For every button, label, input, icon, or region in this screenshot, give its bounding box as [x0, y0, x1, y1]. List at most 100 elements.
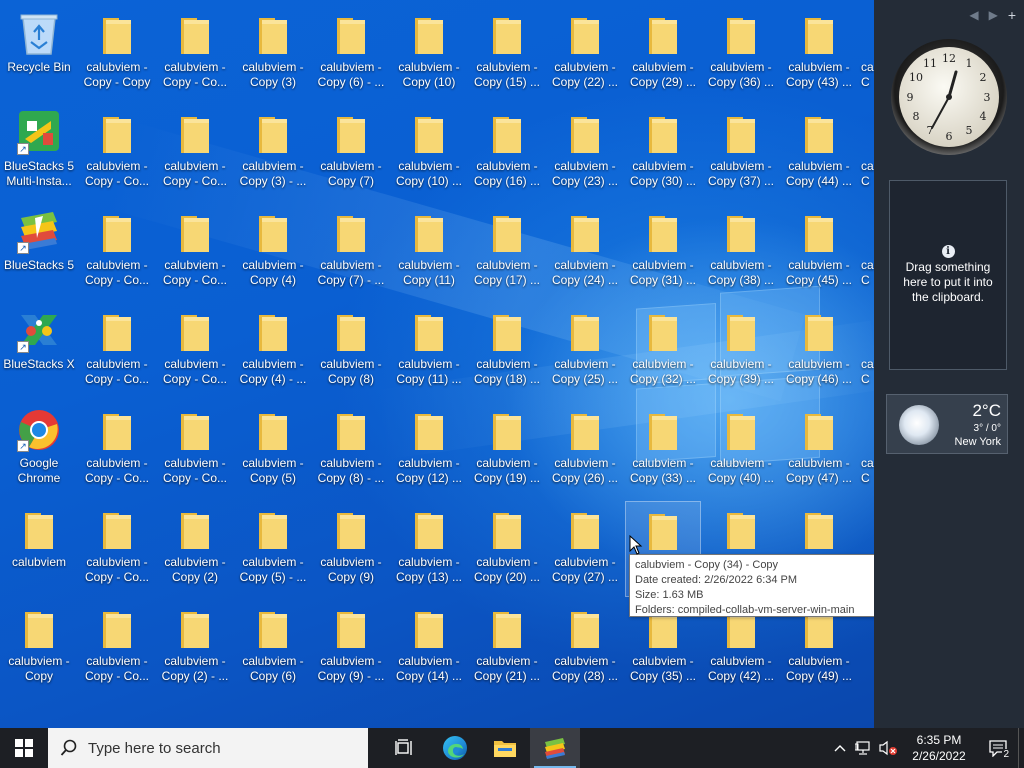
desktop-icon-folder[interactable]: calubviem - Copy (21) ... — [469, 600, 545, 696]
clock-gadget[interactable]: 12 1 2 3 4 5 6 7 8 9 10 11 — [888, 36, 1010, 158]
desktop-icon-folder[interactable]: calubviem - Copy (5) — [235, 402, 311, 498]
desktop-icon-folder[interactable]: calubviem - Copy (17) ... — [469, 204, 545, 300]
desktop-icon-folder[interactable]: calubviem - Copy (11) — [391, 204, 467, 300]
desktop-icon-folder[interactable]: calubviem - Copy - Co... — [79, 303, 155, 399]
desktop-icon-folder[interactable]: calubviem - Copy (28) ... — [547, 600, 623, 696]
desktop-icon-folder[interactable]: calubviem - Copy (16) ... — [469, 105, 545, 201]
desktop-icon-folder[interactable]: calubviem - Copy (40) ... — [703, 402, 779, 498]
desktop-icon-folder[interactable]: calubviem - Copy - Co... — [157, 402, 233, 498]
desktop-icon-folder[interactable]: calubviem - Copy (30) ... — [625, 105, 701, 201]
desktop-icon-folder[interactable]: calubviem - Copy (45) ... — [781, 204, 857, 300]
desktop-icon-folder[interactable]: calubviem - Copy (31) ... — [625, 204, 701, 300]
desktop-icon-folder[interactable]: ca C — [859, 402, 874, 498]
desktop-icon-folder[interactable]: ca C — [859, 303, 874, 399]
desktop-icon-folder[interactable]: calubviem - Copy (2) — [157, 501, 233, 597]
desktop-icon-folder[interactable]: calubviem - Copy - Co... — [79, 204, 155, 300]
desktop-icon-bluestacks-multi[interactable]: ↗ BlueStacks 5 Multi-Insta... — [1, 105, 77, 201]
desktop-icon-folder[interactable]: calubviem - Copy (43) ... — [781, 6, 857, 102]
folder-icon — [571, 414, 599, 450]
weather-gadget[interactable]: 2°C 3° / 0° New York — [886, 394, 1008, 454]
clipboard-gadget[interactable]: i Drag something here to put it into the… — [889, 180, 1007, 370]
desktop-icon-folder[interactable]: calubviem - Copy (23) ... — [547, 105, 623, 201]
desktop-icon-folder[interactable]: calubviem — [1, 501, 77, 597]
add-gadget-button[interactable]: + — [1008, 7, 1016, 23]
action-center-button[interactable]: 2 — [978, 728, 1018, 768]
sidebar-prev-button[interactable]: ◀ — [969, 8, 978, 22]
show-hidden-icons-button[interactable] — [828, 728, 852, 768]
network-button[interactable] — [852, 728, 876, 768]
desktop-icon-folder[interactable]: calubviem - Copy (8) — [313, 303, 389, 399]
volume-button[interactable] — [876, 728, 900, 768]
desktop-icon-folder[interactable]: calubviem - Copy - Co... — [157, 6, 233, 102]
desktop-icon-folder[interactable]: calubviem - Copy (3) — [235, 6, 311, 102]
taskbar-search-box[interactable]: Type here to search — [48, 728, 368, 768]
desktop-icon-folder[interactable]: calubviem - Copy (26) ... — [547, 402, 623, 498]
desktop-icon-folder[interactable]: calubviem - Copy (37) ... — [703, 105, 779, 201]
desktop-icon-folder[interactable]: calubviem - Copy (11) ... — [391, 303, 467, 399]
desktop-icon-folder[interactable]: calubviem - Copy (6) — [235, 600, 311, 696]
icon-label: calubviem - Copy (31) ... — [629, 258, 697, 287]
desktop-icon-folder[interactable]: calubviem - Copy (47) ... — [781, 402, 857, 498]
desktop-icon-folder[interactable]: calubviem - Copy (13) ... — [391, 501, 467, 597]
desktop-icon-folder[interactable]: calubviem - Copy (10) — [391, 6, 467, 102]
desktop-icon-folder[interactable]: calubviem - Copy (22) ... — [547, 6, 623, 102]
desktop-icon-folder[interactable]: calubviem - Copy (12) ... — [391, 402, 467, 498]
desktop-icon-recycle[interactable]: Recycle Bin — [1, 6, 77, 102]
desktop-icon-folder[interactable]: calubviem - Copy (4) - ... — [235, 303, 311, 399]
desktop-icon-bluestacks-x[interactable]: ↗ BlueStacks X — [1, 303, 77, 399]
desktop-icon-folder[interactable]: calubviem - Copy (27) ... — [547, 501, 623, 597]
desktop-icon-folder[interactable]: calubviem - Copy - Co... — [157, 303, 233, 399]
desktop-icon-folder[interactable]: ca C — [859, 204, 874, 300]
desktop-icon-folder[interactable]: calubviem - Copy (33) ... — [625, 402, 701, 498]
show-desktop-button[interactable] — [1018, 728, 1024, 768]
folder-icon — [415, 612, 443, 648]
desktop[interactable]: Recycle Bin ↗ BlueStacks 5 Multi-Insta...… — [0, 0, 874, 728]
desktop-icon-folder[interactable]: calubviem - Copy - Co... — [79, 501, 155, 597]
desktop-icon-folder[interactable]: calubviem - Copy (9) — [313, 501, 389, 597]
desktop-icon-folder[interactable]: calubviem - Copy - Co... — [79, 105, 155, 201]
desktop-icon-chrome[interactable]: ↗ Google Chrome — [1, 402, 77, 498]
desktop-icon-folder[interactable]: calubviem - Copy - Copy — [79, 6, 155, 102]
desktop-icon-folder[interactable]: calubviem - Copy (8) - ... — [313, 402, 389, 498]
desktop-icon-folder[interactable]: calubviem - Copy (19) ... — [469, 402, 545, 498]
desktop-icon-folder[interactable]: calubviem - Copy (32) ... — [625, 303, 701, 399]
desktop-icon-folder[interactable]: calubviem - Copy (18) ... — [469, 303, 545, 399]
taskbar-bluestacks[interactable] — [530, 728, 580, 768]
desktop-icon-folder[interactable]: calubviem - Copy (9) - ... — [313, 600, 389, 696]
start-button[interactable] — [0, 728, 48, 768]
desktop-icon-folder[interactable]: calubviem - Copy (4) — [235, 204, 311, 300]
desktop-icon-folder[interactable]: calubviem - Copy (29) ... — [625, 6, 701, 102]
desktop-icon-folder[interactable]: calubviem - Copy (2) - ... — [157, 600, 233, 696]
desktop-icon-folder[interactable]: calubviem - Copy - Co... — [157, 105, 233, 201]
taskbar-edge[interactable] — [430, 728, 480, 768]
desktop-icon-folder[interactable]: calubviem - Copy (38) ... — [703, 204, 779, 300]
sidebar-next-button[interactable]: ▶ — [989, 8, 998, 22]
desktop-icon-folder[interactable]: calubviem - Copy — [1, 600, 77, 696]
desktop-icon-folder[interactable]: ca C — [859, 6, 874, 102]
desktop-icon-folder[interactable]: calubviem - Copy - Co... — [157, 204, 233, 300]
desktop-icon-folder[interactable]: calubviem - Copy (3) - ... — [235, 105, 311, 201]
desktop-icon-folder[interactable]: ca C — [859, 105, 874, 201]
desktop-icon-folder[interactable]: calubviem - Copy (10) ... — [391, 105, 467, 201]
desktop-icon-bluestacks[interactable]: ↗ BlueStacks 5 — [1, 204, 77, 300]
taskbar-file-explorer[interactable] — [480, 728, 530, 768]
desktop-icon-folder[interactable]: calubviem - Copy - Co... — [79, 402, 155, 498]
desktop-icon-folder[interactable]: calubviem - Copy (39) ... — [703, 303, 779, 399]
desktop-icon-folder[interactable]: calubviem - Copy (6) - ... — [313, 6, 389, 102]
desktop-icon-folder[interactable]: calubviem - Copy (14) ... — [391, 600, 467, 696]
desktop-icon-folder[interactable]: calubviem - Copy (24) ... — [547, 204, 623, 300]
task-view-button[interactable] — [380, 728, 430, 768]
desktop-icon-folder[interactable]: calubviem - Copy (20) ... — [469, 501, 545, 597]
taskbar-clock[interactable]: 6:35 PM 2/26/2022 — [900, 732, 978, 764]
desktop-icon-folder[interactable]: calubviem - Copy (15) ... — [469, 6, 545, 102]
desktop-icon-folder[interactable]: calubviem - Copy (5) - ... — [235, 501, 311, 597]
desktop-icon-folder[interactable]: calubviem - Copy (36) ... — [703, 6, 779, 102]
desktop-icon-folder[interactable]: calubviem - Copy (25) ... — [547, 303, 623, 399]
icon-label: calubviem - Copy (20) ... — [473, 555, 541, 584]
desktop-icon-folder[interactable]: calubviem - Copy (7) — [313, 105, 389, 201]
icon-image — [93, 6, 141, 56]
desktop-icon-folder[interactable]: calubviem - Copy (7) - ... — [313, 204, 389, 300]
desktop-icon-folder[interactable]: calubviem - Copy - Co... — [79, 600, 155, 696]
desktop-icon-folder[interactable]: calubviem - Copy (44) ... — [781, 105, 857, 201]
desktop-icon-folder[interactable]: calubviem - Copy (46) ... — [781, 303, 857, 399]
